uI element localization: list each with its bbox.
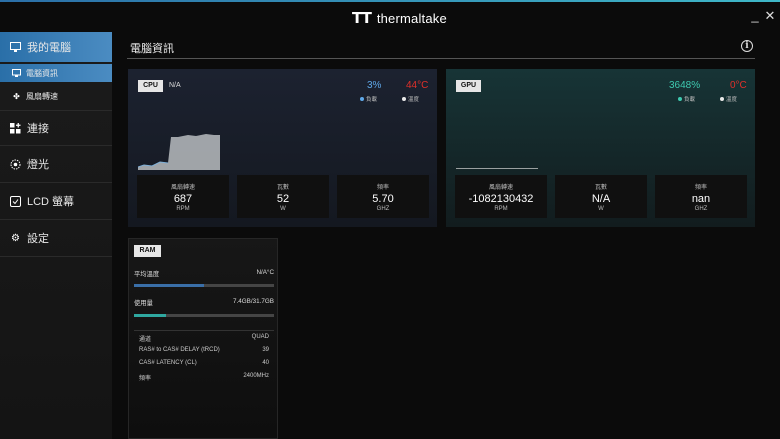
divider: [0, 110, 112, 111]
ram-avg-temp-label: 平均溫度: [134, 271, 160, 278]
ram-detail-row: 通道 QUAD: [139, 334, 269, 343]
cpu-temp-legend: 溫度: [402, 95, 419, 103]
sidebar-item-lighting[interactable]: 燈光: [0, 149, 112, 179]
sidebar-item-label: 電腦資訊: [26, 68, 58, 78]
gpu-fan-speed: 風扇轉速 -1082130432 RPM: [455, 175, 547, 218]
cpu-card: CPU N/A 3% 44°C 負載 溫度 風扇轉速 687 RPM 瓦數 52…: [128, 69, 437, 227]
ram-temp-bar-fill: [134, 284, 204, 287]
divider: [0, 182, 112, 183]
title-divider: [127, 58, 755, 59]
sidebar: 我的電腦 電腦資訊 ✤ 風扇轉速 連接 燈光 LCD 螢幕 ⚙ 設定: [0, 32, 112, 439]
sidebar-item-label: 風扇轉速: [26, 91, 58, 101]
cpu-tag: CPU: [138, 80, 163, 92]
page-title: 電腦資訊: [130, 43, 174, 55]
divider: [0, 145, 112, 146]
cpu-load-value: 3%: [367, 80, 382, 91]
sidebar-item-fan-speed[interactable]: ✤ 風扇轉速: [0, 87, 112, 105]
cpu-stats: 風扇轉速 687 RPM 瓦數 52 W 頻率 5.70 GHZ: [137, 175, 429, 218]
sidebar-item-connect[interactable]: 連接: [0, 113, 112, 143]
sidebar-item-settings[interactable]: ⚙ 設定: [0, 223, 112, 253]
monitor-icon: [10, 42, 21, 53]
sidebar-item-lcd[interactable]: LCD 螢幕: [0, 186, 112, 216]
ram-temp-bar: [134, 284, 274, 287]
gpu-wattage: 瓦數 N/A W: [555, 175, 647, 218]
ram-detail-row: CAS# LATENCY (CL) 40: [139, 360, 269, 366]
brand-mark: TT: [352, 9, 372, 27]
gpu-temp-value: 0°C: [730, 80, 747, 91]
ram-usage-bar-fill: [134, 314, 167, 317]
gpu-history-graph: [456, 168, 538, 169]
fan-icon: ✤: [13, 91, 20, 101]
gpu-tag: GPU: [456, 80, 481, 92]
gpu-load-legend: 負載: [678, 95, 695, 103]
gear-icon: ⚙: [11, 232, 20, 244]
ram-details: 通道 QUAD RAS# to CAS# DELAY (tRCD) 39 CAS# …: [134, 330, 274, 386]
brand-logo: TT thermaltake: [352, 9, 447, 27]
cpu-history-graph: [138, 134, 220, 170]
sidebar-item-label: 我的電腦: [27, 42, 71, 54]
gpu-temp-legend: 溫度: [720, 95, 737, 103]
ram-avg-temp-row: 平均溫度 N/A°C: [134, 269, 274, 278]
ram-detail-row: 頻率 2400MHz: [139, 373, 269, 382]
title-bar: TT thermaltake _ ✕: [0, 2, 780, 32]
divider: [0, 256, 112, 257]
gpu-card: GPU 3648% 0°C 負載 溫度 風扇轉速 -1082130432 RPM…: [446, 69, 755, 227]
gpu-stats: 風扇轉速 -1082130432 RPM 瓦數 N/A W 頻率 nan GHZ: [455, 175, 747, 218]
close-button[interactable]: ✕: [763, 8, 777, 24]
monitor-small-icon: [12, 69, 21, 78]
sidebar-item-label: 燈光: [27, 159, 49, 171]
gpu-frequency: 頻率 nan GHZ: [655, 175, 747, 218]
ram-avg-temp-value: N/A°C: [256, 269, 274, 276]
sidebar-item-label: 連接: [27, 123, 49, 135]
cpu-temp-value: 44°C: [406, 80, 429, 91]
sidebar-item-label: 設定: [27, 233, 49, 245]
sidebar-item-my-computer[interactable]: 我的電腦: [0, 32, 112, 62]
ram-tag: RAM: [134, 245, 161, 257]
ram-usage-bar: [134, 314, 274, 317]
lcd-icon: [10, 195, 21, 207]
cpu-fan-speed: 風扇轉速 687 RPM: [137, 175, 229, 218]
grid-plus-icon: [10, 122, 21, 134]
light-icon: [10, 159, 21, 170]
ram-card: RAM 平均溫度 N/A°C 使用量 7.4GB/31.7GB 通道 QUAD R…: [128, 238, 278, 439]
cpu-wattage: 瓦數 52 W: [237, 175, 329, 218]
ram-usage-label: 使用量: [134, 300, 153, 307]
ram-usage-row: 使用量 7.4GB/31.7GB: [134, 298, 274, 307]
cpu-name: N/A: [169, 82, 181, 89]
ram-detail-row: RAS# to CAS# DELAY (tRCD) 39: [139, 347, 269, 353]
divider: [0, 219, 112, 220]
sidebar-item-label: LCD 螢幕: [27, 196, 75, 208]
ram-usage-value: 7.4GB/31.7GB: [233, 298, 274, 305]
brand-name: thermaltake: [376, 10, 447, 26]
cpu-load-legend: 負載: [360, 95, 377, 103]
info-icon[interactable]: i: [741, 40, 753, 52]
sidebar-item-pc-info[interactable]: 電腦資訊: [0, 64, 112, 82]
minimize-button[interactable]: _: [748, 8, 762, 24]
cpu-frequency: 頻率 5.70 GHZ: [337, 175, 429, 218]
gpu-load-value: 3648%: [669, 80, 701, 91]
